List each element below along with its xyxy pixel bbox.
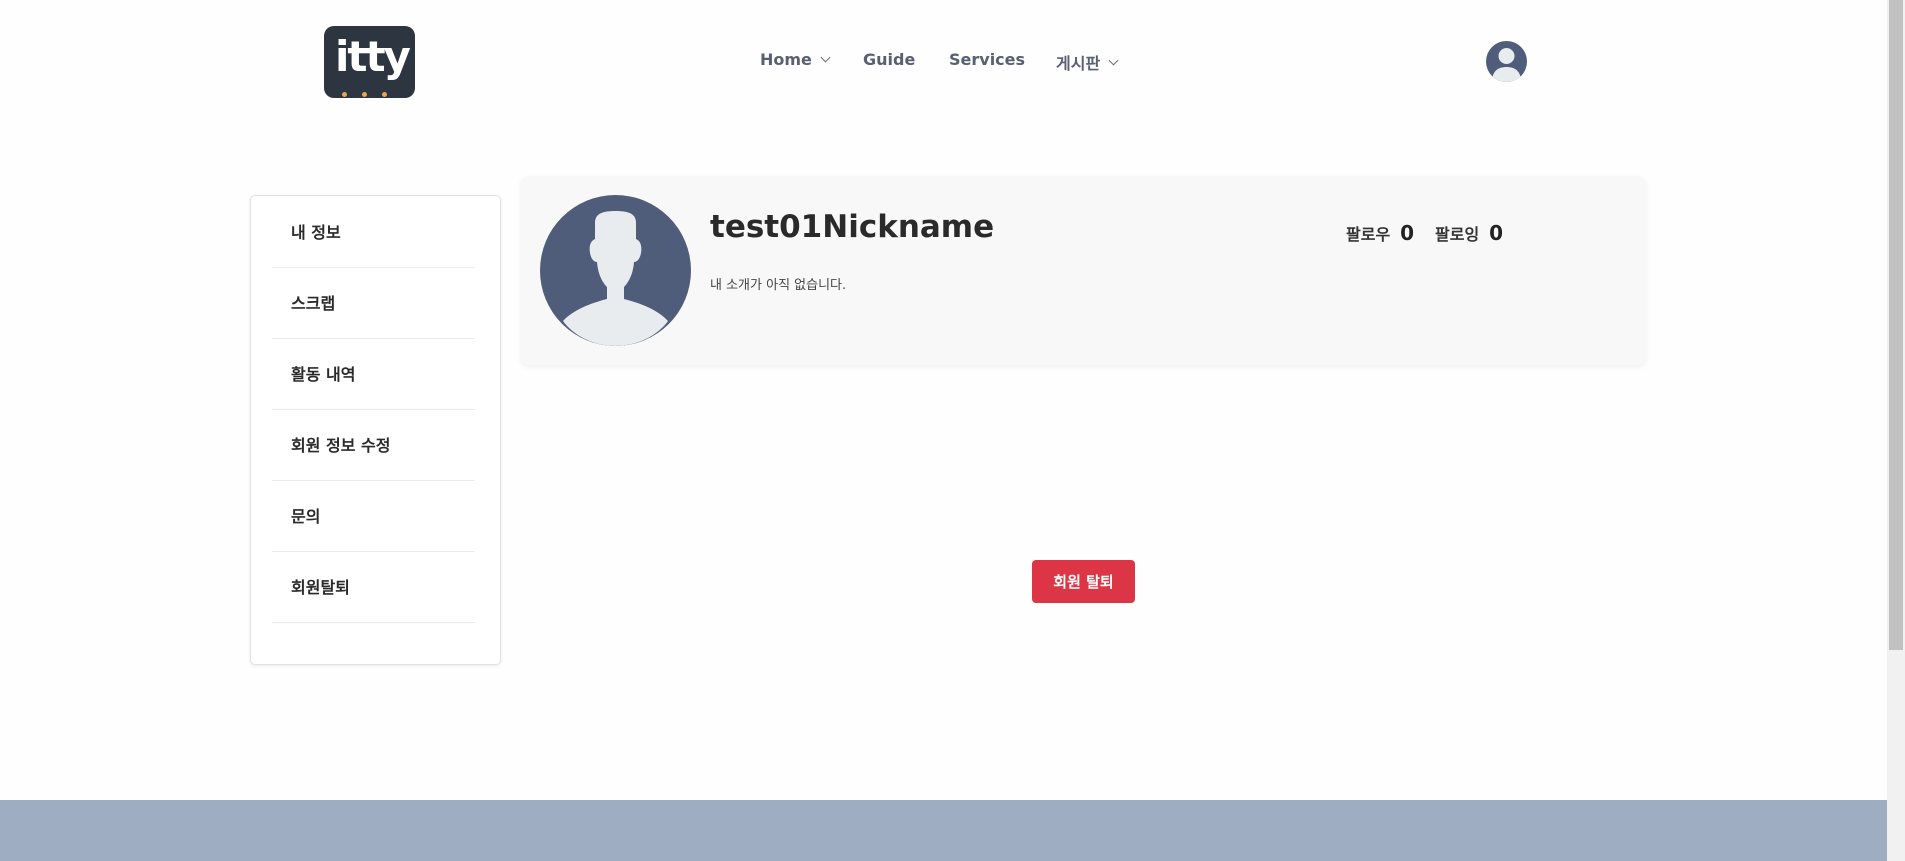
chevron-down-icon — [1108, 55, 1119, 65]
logo-dot — [342, 92, 347, 97]
user-silhouette-icon — [563, 211, 668, 346]
profile-nickname: test01Nickname — [710, 209, 995, 245]
vertical-scrollbar[interactable] — [1887, 0, 1905, 861]
scrollbar-thumb[interactable] — [1889, 0, 1903, 650]
page: itty Home Guide Services 게시판 내 정보 스크랩 활동… — [0, 0, 1887, 861]
user-silhouette-icon — [1492, 48, 1521, 82]
sidebar-item-label: 내 정보 — [291, 223, 341, 242]
logo-dot — [382, 92, 387, 97]
following-stat[interactable]: 팔로잉 0 — [1435, 221, 1503, 245]
withdraw-button[interactable]: 회원 탈퇴 — [1032, 560, 1135, 603]
user-avatar-icon[interactable] — [1486, 41, 1527, 82]
sidebar-item-label: 회원탈퇴 — [291, 578, 350, 597]
profile-avatar-icon — [540, 195, 691, 346]
nav-board-label: 게시판 — [1056, 54, 1101, 73]
nav-home[interactable]: Home — [760, 50, 831, 69]
footer — [0, 800, 1887, 861]
nav-board[interactable]: 게시판 — [1056, 50, 1119, 74]
sidebar-item-withdraw[interactable]: 회원탈퇴 — [272, 551, 475, 623]
nav-home-label: Home — [760, 50, 812, 69]
logo-text: itty — [335, 32, 411, 81]
sidebar-item-label: 회원 정보 수정 — [291, 436, 391, 455]
followers-count: 0 — [1400, 221, 1415, 245]
sidebar-item-label: 문의 — [291, 507, 321, 526]
profile-intro: 내 소개가 아직 없습니다. — [710, 278, 847, 293]
logo-dot — [362, 92, 367, 97]
sidebar-item-edit-profile[interactable]: 회원 정보 수정 — [272, 409, 475, 481]
sidebar-item-inquiry[interactable]: 문의 — [272, 480, 475, 552]
sidebar-item-label: 스크랩 — [291, 294, 336, 313]
sidebar-item-label: 활동 내역 — [291, 365, 356, 384]
sidebar-item-activity[interactable]: 활동 내역 — [272, 338, 475, 410]
profile-card: test01Nickname 내 소개가 아직 없습니다. 팔로우 0 팔로잉 … — [521, 176, 1646, 365]
following-label: 팔로잉 — [1435, 225, 1480, 244]
nav-guide-label: Guide — [863, 50, 916, 69]
sidebar-item-my-info[interactable]: 내 정보 — [272, 196, 475, 268]
sidebar-item-scrap[interactable]: 스크랩 — [272, 267, 475, 339]
followers-label: 팔로우 — [1346, 225, 1391, 244]
nav-guide[interactable]: Guide — [863, 50, 915, 69]
followers-stat[interactable]: 팔로우 0 — [1346, 221, 1414, 245]
nav-services-label: Services — [949, 50, 1026, 69]
following-count: 0 — [1489, 221, 1504, 245]
site-logo[interactable]: itty — [324, 26, 415, 98]
sidebar: 내 정보 스크랩 활동 내역 회원 정보 수정 문의 회원탈퇴 — [250, 195, 501, 665]
chevron-down-icon — [820, 52, 831, 63]
nav-services[interactable]: Services — [949, 50, 1025, 69]
